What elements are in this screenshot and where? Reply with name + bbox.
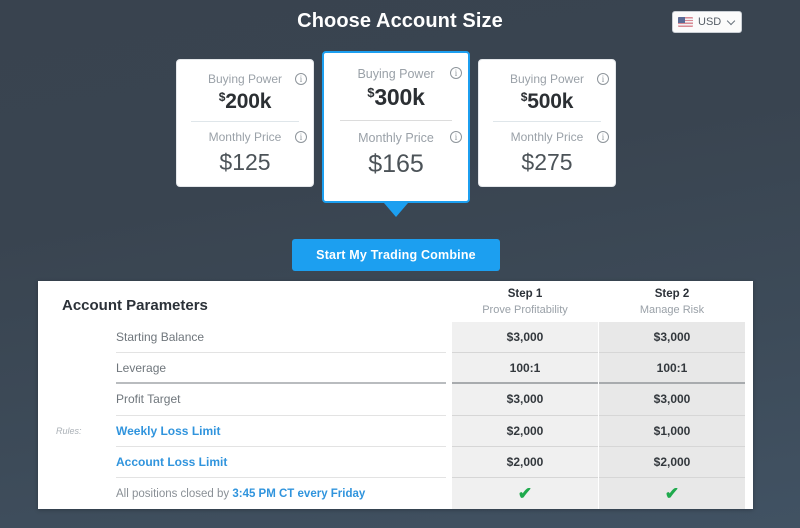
cell-value: $2,000 — [506, 454, 544, 469]
monthly-price-value: $275 — [521, 148, 573, 175]
info-icon-buying-power[interactable]: i — [450, 67, 462, 79]
info-icon-monthly-price[interactable]: i — [295, 130, 307, 143]
cell-value: 100:1 — [656, 360, 688, 375]
parameter-label-weekly-loss-limit[interactable]: Weekly Loss Limit — [116, 425, 220, 437]
monthly-price-label: Monthly Price — [510, 129, 584, 144]
table-cell: $3,000 — [452, 384, 598, 416]
plan-card-buying-power-section: Buying Power $300k i — [340, 53, 462, 122]
account-parameters-header: Account Parameters Step 1 Prove Profitab… — [38, 281, 753, 322]
plan-card-300k[interactable]: Buying Power $300k i Monthly Price $165 … — [322, 51, 470, 203]
monthly-price-label: Monthly Price — [208, 129, 282, 144]
buying-power-amount: 300k — [374, 84, 425, 111]
parameter-label: Starting Balance — [116, 330, 205, 345]
cell-value: $2,000 — [506, 423, 544, 438]
plan-card-price-section: Monthly Price $125 i — [191, 122, 307, 178]
closing-time-highlight[interactable]: 3:45 PM CT every Friday — [232, 488, 365, 500]
closing-time-text: All positions closed by — [116, 487, 233, 500]
check-icon: ✔ — [517, 484, 533, 504]
chevron-down-icon — [728, 18, 736, 26]
table-row: Profit Target — [116, 384, 446, 416]
table-row: Weekly Loss Limit — [116, 416, 446, 447]
parameter-label-account-loss-limit[interactable]: Account Loss Limit — [116, 456, 227, 468]
closing-time-note: All positions closed by 3:45 PM CT every… — [116, 488, 365, 500]
us-flag-icon — [678, 17, 693, 27]
parameter-label: Leverage — [116, 360, 167, 375]
buying-power-value: $200k — [191, 88, 299, 116]
step-1-value-column: $3,000 100:1 $3,000 $2,000 $2,000 ✔ — [452, 322, 598, 509]
monthly-price-label: Monthly Price — [358, 131, 434, 146]
table-row: Leverage — [116, 353, 446, 385]
step-2-subtitle: Manage Risk — [639, 303, 705, 316]
plan-card-buying-power-section: Buying Power $500k i — [493, 60, 609, 122]
table-cell: $1,000 — [599, 416, 745, 447]
cell-value: $2,000 — [653, 454, 691, 469]
plan-card-price-section: Monthly Price $165 i — [340, 121, 462, 181]
table-cell: $2,000 — [599, 447, 745, 478]
account-parameters-panel: Account Parameters Step 1 Prove Profitab… — [38, 281, 753, 509]
monthly-price-value: $165 — [368, 149, 424, 178]
step-1-header: Step 1 Prove Profitability — [452, 287, 598, 317]
table-row: Starting Balance — [116, 322, 446, 354]
table-cell: $3,000 — [452, 322, 598, 354]
buying-power-value: $300k — [340, 82, 452, 113]
rules-label: Rules: — [56, 426, 82, 436]
step-1-title: Step 1 — [507, 288, 543, 300]
parameter-label: Profit Target — [116, 392, 181, 407]
step-2-header: Step 2 Manage Risk — [599, 287, 745, 317]
account-parameters-body: Rules: Starting Balance Leverage Profit … — [38, 322, 753, 509]
table-cell: 100:1 — [452, 353, 598, 385]
monthly-price-value: $125 — [219, 148, 271, 175]
start-trading-combine-button[interactable]: Start My Trading Combine — [292, 239, 500, 271]
info-icon-buying-power[interactable]: i — [597, 73, 609, 85]
table-cell: $2,000 — [452, 416, 598, 447]
table-cell: $3,000 — [599, 322, 745, 354]
table-cell: $2,000 — [452, 447, 598, 478]
step-2-value-column: $3,000 100:1 $3,000 $1,000 $2,000 ✔ — [599, 322, 745, 509]
buying-power-value: $500k — [493, 88, 601, 116]
check-icon: ✔ — [664, 484, 680, 504]
cell-value: $3,000 — [653, 330, 691, 345]
plan-card-price-section: Monthly Price $275 i — [493, 122, 609, 178]
selected-plan-pointer — [384, 203, 408, 217]
plan-card-200k[interactable]: Buying Power $200k i Monthly Price $125 … — [176, 59, 314, 187]
buying-power-label: Buying Power — [509, 72, 585, 86]
step-1-subtitle: Prove Profitability — [482, 303, 568, 316]
cell-value: 100:1 — [509, 360, 541, 375]
table-cell: ✔ — [599, 478, 745, 509]
buying-power-amount: 200k — [225, 89, 272, 113]
account-parameters-title: Account Parameters — [62, 297, 208, 314]
parameter-label-column: Starting Balance Leverage Profit Target … — [116, 322, 446, 509]
table-row: Account Loss Limit — [116, 447, 446, 478]
plan-card-500k[interactable]: Buying Power $500k i Monthly Price $275 … — [478, 59, 616, 187]
currency-selector[interactable]: USD — [672, 11, 742, 33]
buying-power-label: Buying Power — [357, 67, 435, 81]
step-2-title: Step 2 — [654, 288, 690, 300]
currency-selector-label: USD — [698, 15, 722, 28]
info-icon-monthly-price[interactable]: i — [450, 131, 462, 144]
info-icon-buying-power[interactable]: i — [295, 73, 307, 85]
info-icon-monthly-price[interactable]: i — [597, 130, 609, 143]
table-cell: 100:1 — [599, 353, 745, 385]
buying-power-label: Buying Power — [207, 72, 283, 86]
cell-value: $1,000 — [653, 423, 691, 438]
table-cell: ✔ — [452, 478, 598, 509]
cell-value: $3,000 — [653, 392, 691, 407]
cell-value: $3,000 — [506, 330, 544, 345]
plan-card-buying-power-section: Buying Power $200k i — [191, 60, 307, 122]
buying-power-amount: 500k — [527, 89, 574, 113]
table-row: All positions closed by 3:45 PM CT every… — [116, 478, 446, 509]
cell-value: $3,000 — [506, 392, 544, 407]
table-cell: $3,000 — [599, 384, 745, 416]
